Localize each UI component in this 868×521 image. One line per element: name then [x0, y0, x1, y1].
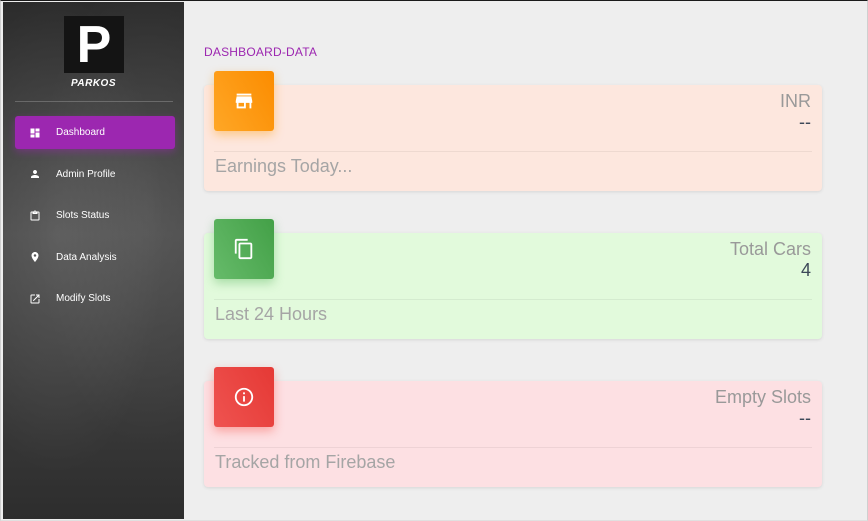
sidebar-item-label: Admin Profile — [56, 168, 116, 180]
edit-icon — [29, 293, 41, 305]
card-label: Total Cars — [729, 239, 811, 259]
logo[interactable]: P — [64, 16, 124, 73]
card-value: -- — [799, 112, 811, 132]
sidebar-item-slots-status[interactable]: Slots Status — [15, 199, 175, 232]
app-window: P PARKOS Dashboard Admin Profile Slots S… — [0, 0, 868, 521]
card-value: -- — [799, 408, 811, 428]
clipboard-icon — [29, 210, 41, 222]
total-cars-card: Total Cars 4 Last 24 Hours — [204, 219, 822, 339]
info-icon — [214, 367, 274, 427]
card-divider — [214, 447, 812, 448]
sidebar-item-label: Modify Slots — [56, 293, 111, 304]
sidebar: P PARKOS Dashboard Admin Profile Slots S… — [3, 2, 184, 519]
sidebar-item-label: Slots Status — [56, 210, 110, 221]
sidebar-divider — [15, 101, 173, 102]
page-title: DASHBOARD-DATA — [204, 45, 318, 59]
logo-letter: P — [76, 15, 112, 74]
earnings-card: INR -- Earnings Today... — [204, 71, 822, 191]
sidebar-item-modify-slots[interactable]: Modify Slots — [15, 282, 175, 315]
location-pin-icon — [29, 251, 41, 263]
store-icon — [214, 71, 274, 131]
person-icon — [29, 168, 41, 180]
sidebar-item-dashboard[interactable]: Dashboard — [15, 116, 175, 149]
card-label: Empty Slots — [714, 387, 811, 407]
sidebar-item-label: Data Analysis — [56, 251, 117, 263]
brand-name: PARKOS — [70, 78, 117, 89]
copy-icon — [214, 219, 274, 279]
card-value: 4 — [800, 260, 811, 280]
card-footer: Last 24 Hours — [215, 304, 328, 324]
sidebar-item-admin-profile[interactable]: Admin Profile — [15, 158, 175, 191]
sidebar-nav: Dashboard Admin Profile Slots Status Dat… — [15, 116, 175, 324]
card-divider — [214, 299, 812, 300]
dashboard-icon — [29, 127, 41, 139]
card-footer: Earnings Today... — [215, 156, 353, 176]
sidebar-item-label: Dashboard — [56, 127, 105, 138]
empty-slots-card: Empty Slots -- Tracked from Firebase — [204, 367, 822, 487]
card-divider — [214, 151, 812, 152]
card-footer: Tracked from Firebase — [215, 452, 396, 472]
sidebar-item-data-analysis[interactable]: Data Analysis — [15, 241, 175, 274]
main-content: DASHBOARD-DATA INR -- Earnings Today... … — [184, 2, 867, 520]
card-label: INR — [780, 91, 811, 111]
